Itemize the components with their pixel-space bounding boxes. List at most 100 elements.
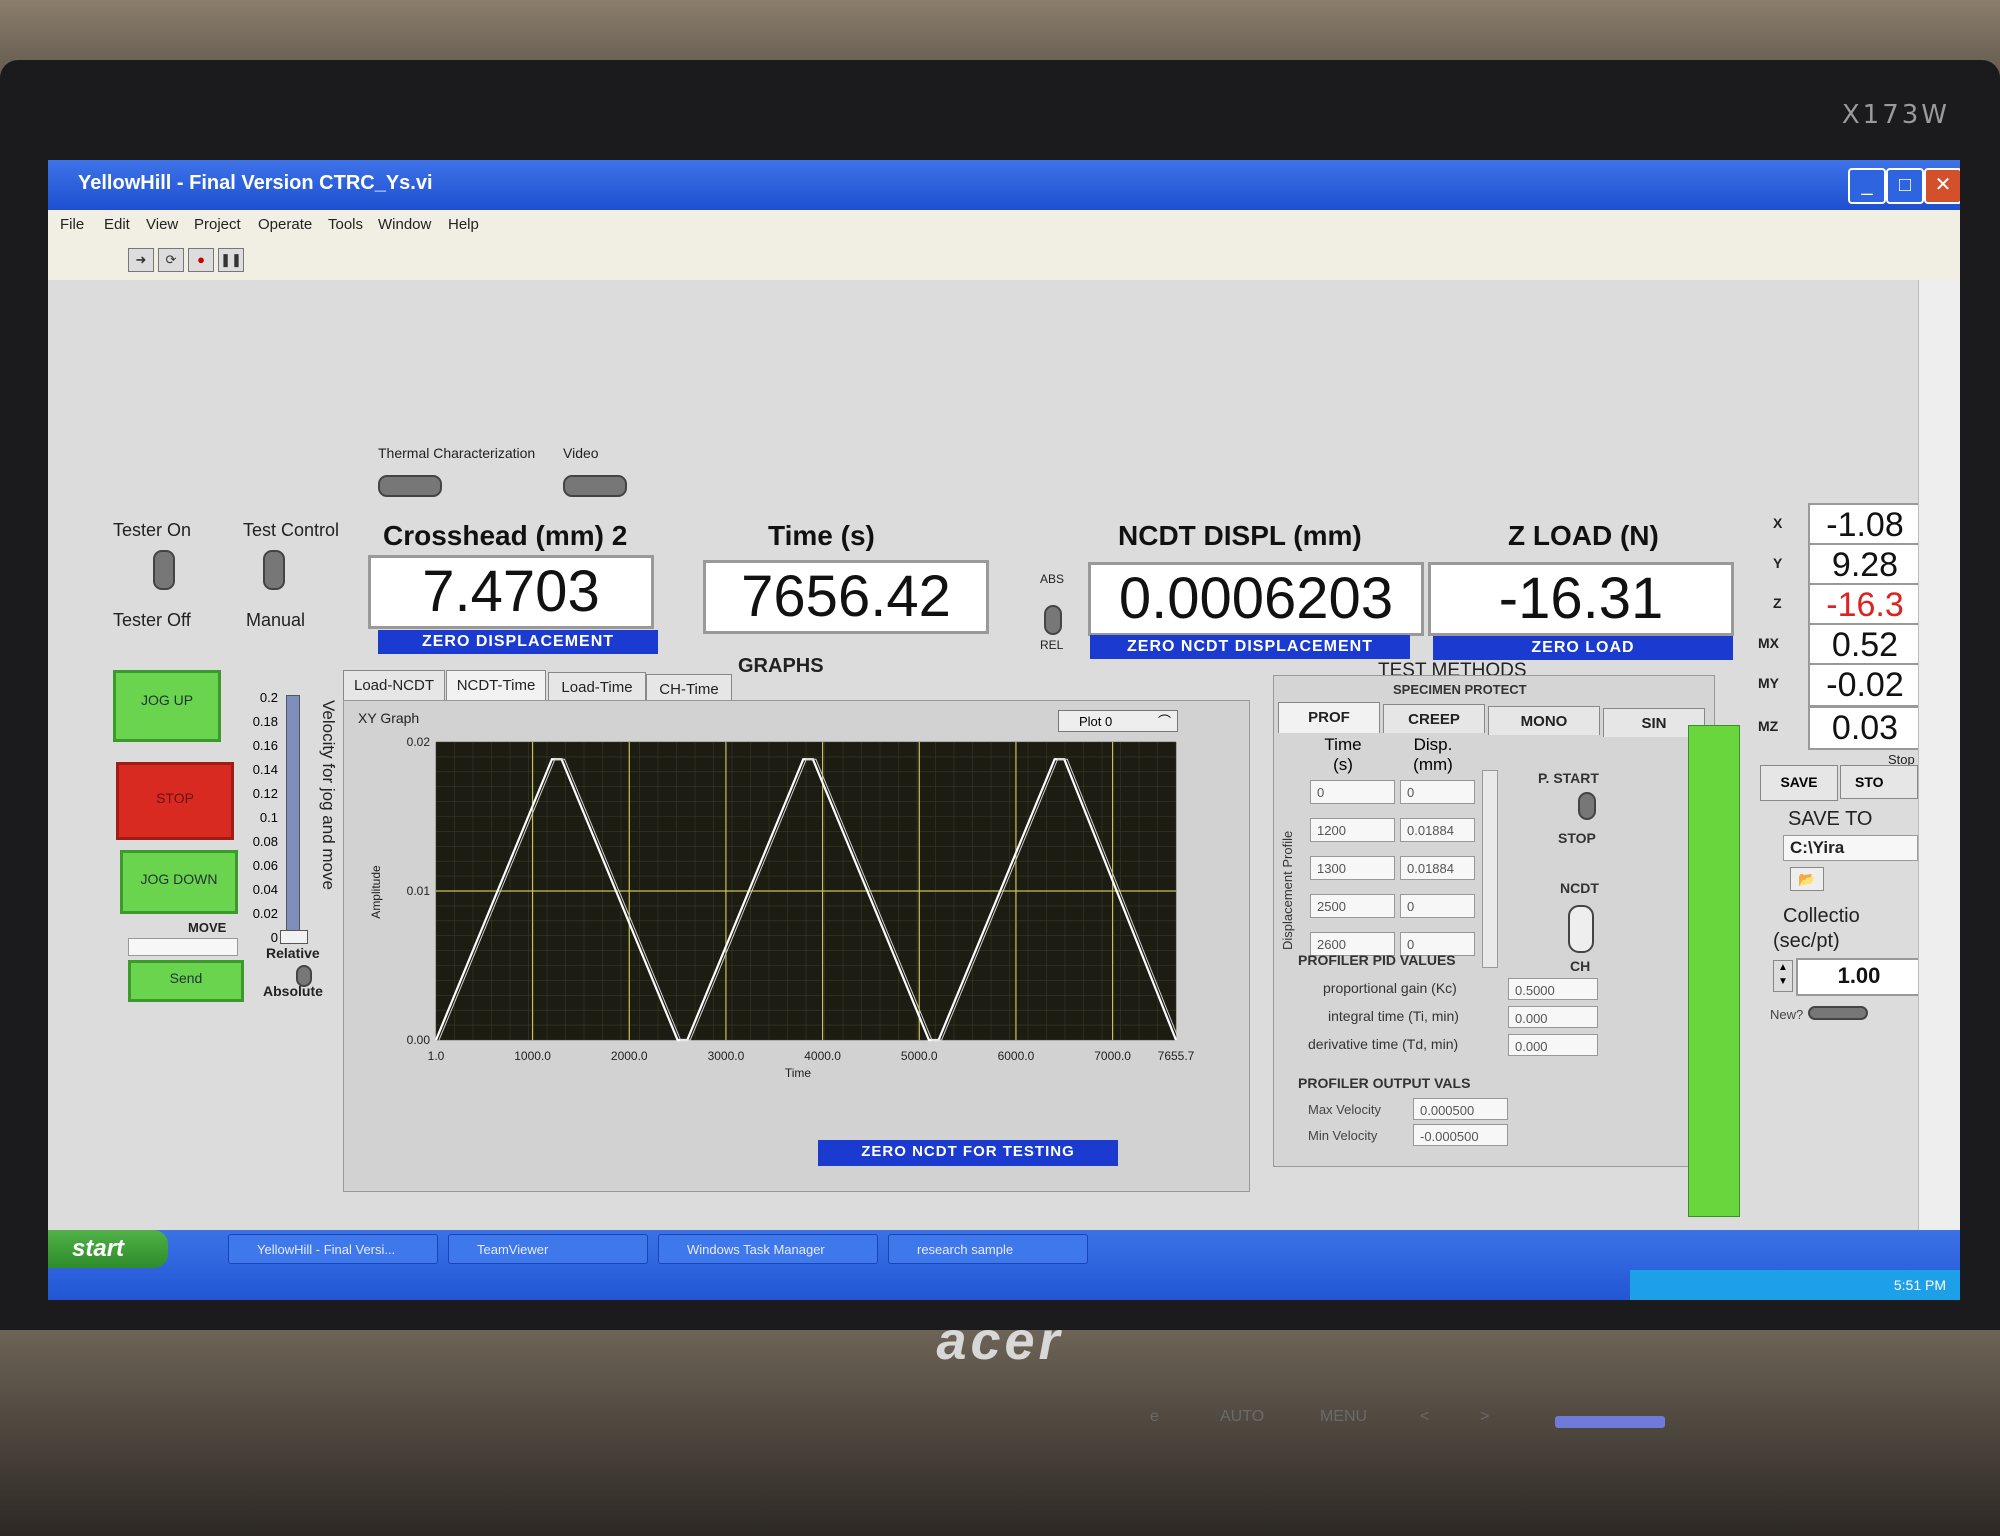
collection-value[interactable]: 1.00 bbox=[1796, 958, 1922, 996]
test-control-switch[interactable] bbox=[263, 550, 285, 590]
p-stop-label: STOP bbox=[1558, 830, 1596, 846]
plot-legend[interactable]: Plot 0 ⌒ bbox=[1058, 710, 1178, 732]
jog-down-button[interactable]: JOG DOWN bbox=[120, 850, 238, 914]
monitor-button-e[interactable]: e bbox=[1150, 1408, 1159, 1426]
folder-browse-icon[interactable]: 📂 bbox=[1790, 867, 1824, 891]
jog-up-button[interactable]: JOG UP bbox=[113, 670, 221, 742]
profile-table-scrollbar[interactable] bbox=[1482, 770, 1498, 968]
velocity-tick: 0.06 bbox=[252, 858, 278, 873]
stop-button[interactable]: STOP bbox=[116, 762, 234, 840]
monitor-button-left[interactable]: < bbox=[1420, 1408, 1429, 1426]
task-task-manager[interactable]: Windows Task Manager bbox=[658, 1234, 878, 1264]
x-tick-label: 1000.0 bbox=[514, 1049, 551, 1063]
profile-disp-3[interactable]: 0 bbox=[1400, 894, 1475, 918]
velocity-slider-track[interactable] bbox=[286, 695, 300, 937]
velocity-tick: 0.1 bbox=[259, 810, 278, 825]
pid-td-input[interactable]: 0.000 bbox=[1508, 1034, 1598, 1056]
profile-disp-2[interactable]: 0.01884 bbox=[1400, 856, 1475, 880]
tab-creep[interactable]: CREEP bbox=[1383, 704, 1485, 733]
profile-disp-1[interactable]: 0.01884 bbox=[1400, 818, 1475, 842]
profile-time-2[interactable]: 1300 bbox=[1310, 856, 1395, 880]
save-button[interactable]: SAVE bbox=[1760, 765, 1838, 801]
specimen-protect-label: SPECIMEN PROTECT bbox=[1393, 682, 1527, 697]
run-arrow-icon[interactable]: ➜ bbox=[128, 248, 154, 272]
monitor-button-menu[interactable]: MENU bbox=[1320, 1408, 1367, 1426]
zero-displacement-button[interactable]: ZERO DISPLACEMENT bbox=[378, 630, 658, 654]
menu-view[interactable]: View bbox=[146, 216, 178, 233]
menu-window[interactable]: Window bbox=[378, 216, 431, 233]
move-input[interactable] bbox=[128, 938, 238, 956]
velocity-label: Velocity for jog and move bbox=[319, 700, 338, 890]
readout-mx-value: 0.52 bbox=[1808, 623, 1922, 667]
window-title: YellowHill - Final Version CTRC_Ys.vi bbox=[78, 172, 433, 194]
stop-save-button[interactable]: STO bbox=[1840, 765, 1918, 799]
menu-project[interactable]: Project bbox=[194, 216, 241, 233]
x-axis-title: Time bbox=[785, 1066, 812, 1080]
tab-mono[interactable]: MONO bbox=[1488, 706, 1600, 735]
velocity-tick: 0.02 bbox=[252, 906, 278, 921]
maximize-icon[interactable]: □ bbox=[1886, 168, 1924, 204]
plot-style-icon: ⌒ bbox=[1157, 714, 1171, 729]
task-yellowhill[interactable]: YellowHill - Final Versi... bbox=[228, 1234, 438, 1264]
task-label: TeamViewer bbox=[477, 1242, 549, 1257]
task-teamviewer[interactable]: TeamViewer bbox=[448, 1234, 648, 1264]
menu-tools[interactable]: Tools bbox=[328, 216, 363, 233]
tester-switch[interactable] bbox=[153, 550, 175, 590]
xy-graph[interactable]: 1.0 1000.0 2000.0 3000.0 4000.0 5000.0 6000.0 7… bbox=[358, 732, 1238, 1082]
monitor-button-right[interactable]: > bbox=[1480, 1408, 1489, 1426]
x-tick-label: 3000.0 bbox=[708, 1049, 745, 1063]
pid-ti-input[interactable]: 0.000 bbox=[1508, 1006, 1598, 1028]
window-vertical-scrollbar[interactable] bbox=[1918, 280, 1960, 1280]
menu-file[interactable]: File bbox=[60, 216, 84, 233]
thermal-toggle[interactable] bbox=[378, 475, 442, 497]
p-start-switch[interactable] bbox=[1578, 792, 1596, 820]
zload-label: Z LOAD (N) bbox=[1508, 520, 1659, 551]
velocity-slider-thumb[interactable] bbox=[280, 930, 308, 944]
abs-rel-switch[interactable] bbox=[1044, 605, 1062, 635]
pause-icon[interactable]: ❚❚ bbox=[218, 248, 244, 272]
profile-time-0[interactable]: 0 bbox=[1310, 780, 1395, 804]
ncdt-ch-switch[interactable] bbox=[1568, 905, 1594, 953]
collection-stepper[interactable]: ▲ ▼ bbox=[1773, 960, 1793, 992]
monitor-button-auto[interactable]: AUTO bbox=[1220, 1408, 1264, 1426]
tab-ncdt-time[interactable]: NCDT-Time bbox=[446, 670, 546, 701]
p-start-label: P. START bbox=[1538, 770, 1599, 786]
zero-ncdt-for-testing-button[interactable]: ZERO NCDT FOR TESTING bbox=[818, 1140, 1118, 1166]
profile-time-3[interactable]: 2500 bbox=[1310, 894, 1395, 918]
new-toggle[interactable] bbox=[1808, 1006, 1868, 1020]
profile-disp-0[interactable]: 0 bbox=[1400, 780, 1475, 804]
minimize-icon[interactable]: _ bbox=[1848, 168, 1886, 204]
menu-bar: File Edit View Project Operate Tools Win… bbox=[48, 210, 1960, 240]
graph-label: XY Graph bbox=[358, 710, 420, 726]
pid-kc-input[interactable]: 0.5000 bbox=[1508, 978, 1598, 1000]
velocity-tick: 0.16 bbox=[252, 738, 278, 753]
power-led[interactable] bbox=[1555, 1416, 1665, 1428]
task-research-sample[interactable]: research sample bbox=[888, 1234, 1088, 1264]
send-button[interactable]: Send bbox=[128, 960, 244, 1002]
move-label: MOVE bbox=[188, 920, 227, 935]
tab-load-ncdt[interactable]: Load-NCDT bbox=[343, 670, 445, 701]
output-title: PROFILER OUTPUT VALS bbox=[1298, 1075, 1471, 1091]
monitor-model-label: X173W bbox=[1841, 100, 1950, 130]
menu-operate[interactable]: Operate bbox=[258, 216, 312, 233]
plot-legend-label: Plot 0 bbox=[1079, 714, 1113, 729]
menu-help[interactable]: Help bbox=[448, 216, 479, 233]
save-path-input[interactable]: C:\Yira bbox=[1783, 835, 1918, 861]
close-icon[interactable]: ✕ bbox=[1924, 168, 1960, 204]
menu-edit[interactable]: Edit bbox=[104, 216, 130, 233]
video-toggle[interactable] bbox=[563, 475, 627, 497]
new-label: New? bbox=[1770, 1007, 1804, 1022]
readout-mz-label: MZ bbox=[1758, 718, 1779, 734]
profile-time-1[interactable]: 1200 bbox=[1310, 818, 1395, 842]
tab-load-time[interactable]: Load-Time bbox=[548, 672, 646, 703]
abort-icon[interactable]: ● bbox=[188, 248, 214, 272]
task-label: research sample bbox=[917, 1242, 1014, 1257]
pid-td-label: derivative time (Td, min) bbox=[1308, 1036, 1459, 1052]
run-continuous-icon[interactable]: ⟳ bbox=[158, 248, 184, 272]
pid-kc-label: proportional gain (Kc) bbox=[1323, 980, 1457, 996]
window-titlebar[interactable]: YellowHill - Final Version CTRC_Ys.vi _ … bbox=[48, 160, 1960, 210]
start-button[interactable]: start bbox=[48, 1230, 168, 1268]
tab-prof[interactable]: PROF bbox=[1278, 702, 1380, 733]
zero-ncdt-displacement-button[interactable]: ZERO NCDT DISPLACEMENT bbox=[1090, 635, 1410, 659]
zero-load-button[interactable]: ZERO LOAD bbox=[1433, 636, 1733, 660]
